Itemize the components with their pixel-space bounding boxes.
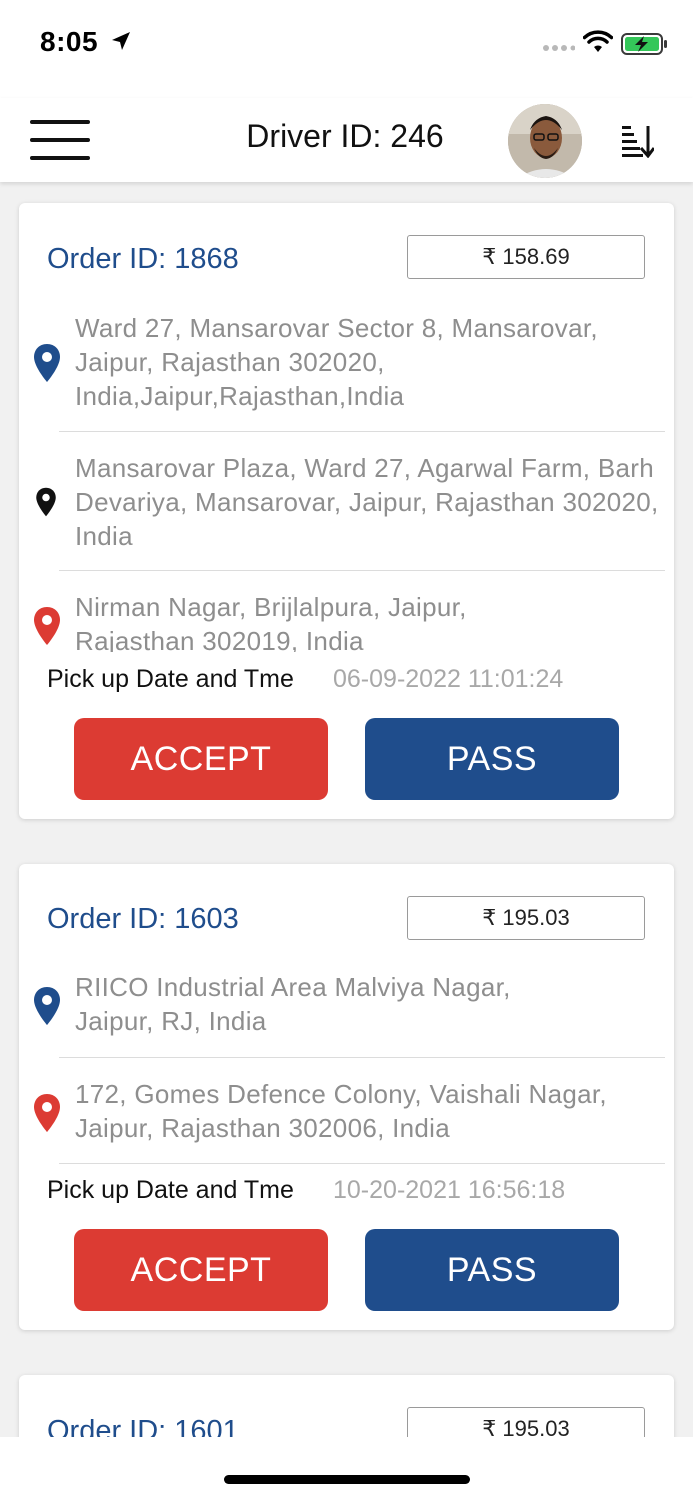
divider <box>59 1163 665 1164</box>
address-text: 172, Gomes Defence Colony, Vaishali Naga… <box>75 1079 607 1143</box>
page-title: Driver ID: 246 <box>246 118 444 154</box>
home-indicator-area <box>0 1437 693 1500</box>
status-time: 8:05 <box>40 26 99 57</box>
address-text: RIICO Industrial Area Malviya Nagar, Jai… <box>75 972 511 1036</box>
menu-icon[interactable] <box>30 118 90 162</box>
price-box: ₹ 195.03 <box>407 896 645 940</box>
pass-button[interactable]: PASS <box>365 718 619 800</box>
sort-icon[interactable] <box>618 122 654 158</box>
order-card: Order ID: 1601 ₹ 195.03 <box>19 1375 674 1437</box>
order-id: Order ID: 1868 <box>47 243 239 275</box>
price-box: ₹ 158.69 <box>407 235 645 279</box>
home-indicator[interactable] <box>224 1475 470 1484</box>
pickup-time: 06-09-2022 11:01:24 <box>333 665 564 693</box>
location-arrow-icon <box>112 32 130 50</box>
pickup-time: 10-20-2021 16:56:18 <box>333 1176 566 1204</box>
address-text: Ward 27, Mansarovar Sector 8, Mansarovar… <box>75 313 598 411</box>
pickup-label: Pick up Date and Tme <box>47 1176 294 1204</box>
pass-button[interactable]: PASS <box>365 1229 619 1311</box>
signal-dots-icon <box>543 45 575 51</box>
price-box: ₹ 195.03 <box>407 1407 645 1437</box>
divider <box>59 431 665 432</box>
order-card: Order ID: 1868 ₹ 158.69 Ward 27, Mansaro… <box>19 203 674 819</box>
location-pin-icon <box>36 487 56 517</box>
location-pin-icon <box>34 1094 60 1132</box>
order-card: Order ID: 1603 ₹ 195.03 RIICO Industrial… <box>19 864 674 1330</box>
wifi-icon <box>583 30 613 52</box>
accept-button[interactable]: ACCEPT <box>74 1229 328 1311</box>
status-bar: 8:05 <box>0 0 693 98</box>
pickup-label: Pick up Date and Tme <box>47 665 294 693</box>
order-id: Order ID: 1603 <box>47 903 239 935</box>
divider <box>59 1057 665 1058</box>
location-pin-icon <box>34 607 60 645</box>
accept-button[interactable]: ACCEPT <box>74 718 328 800</box>
location-pin-icon <box>34 344 60 382</box>
avatar[interactable] <box>508 104 582 178</box>
dropoff-address: Nirman Nagar, Brijlalpura, Jaipur, Rajas… <box>19 590 674 652</box>
address-text: Nirman Nagar, Brijlalpura, Jaipur, Rajas… <box>75 592 467 652</box>
address-text: Mansarovar Plaza, Ward 27, Agarwal Farm,… <box>75 453 659 551</box>
divider <box>59 570 665 571</box>
location-pin-icon <box>34 987 60 1025</box>
battery-charging-icon <box>621 33 667 55</box>
app-header: Driver ID: 246 <box>0 98 693 182</box>
order-id: Order ID: 1601 <box>47 1415 239 1437</box>
order-list[interactable]: Order ID: 1868 ₹ 158.69 Ward 27, Mansaro… <box>0 182 693 1437</box>
